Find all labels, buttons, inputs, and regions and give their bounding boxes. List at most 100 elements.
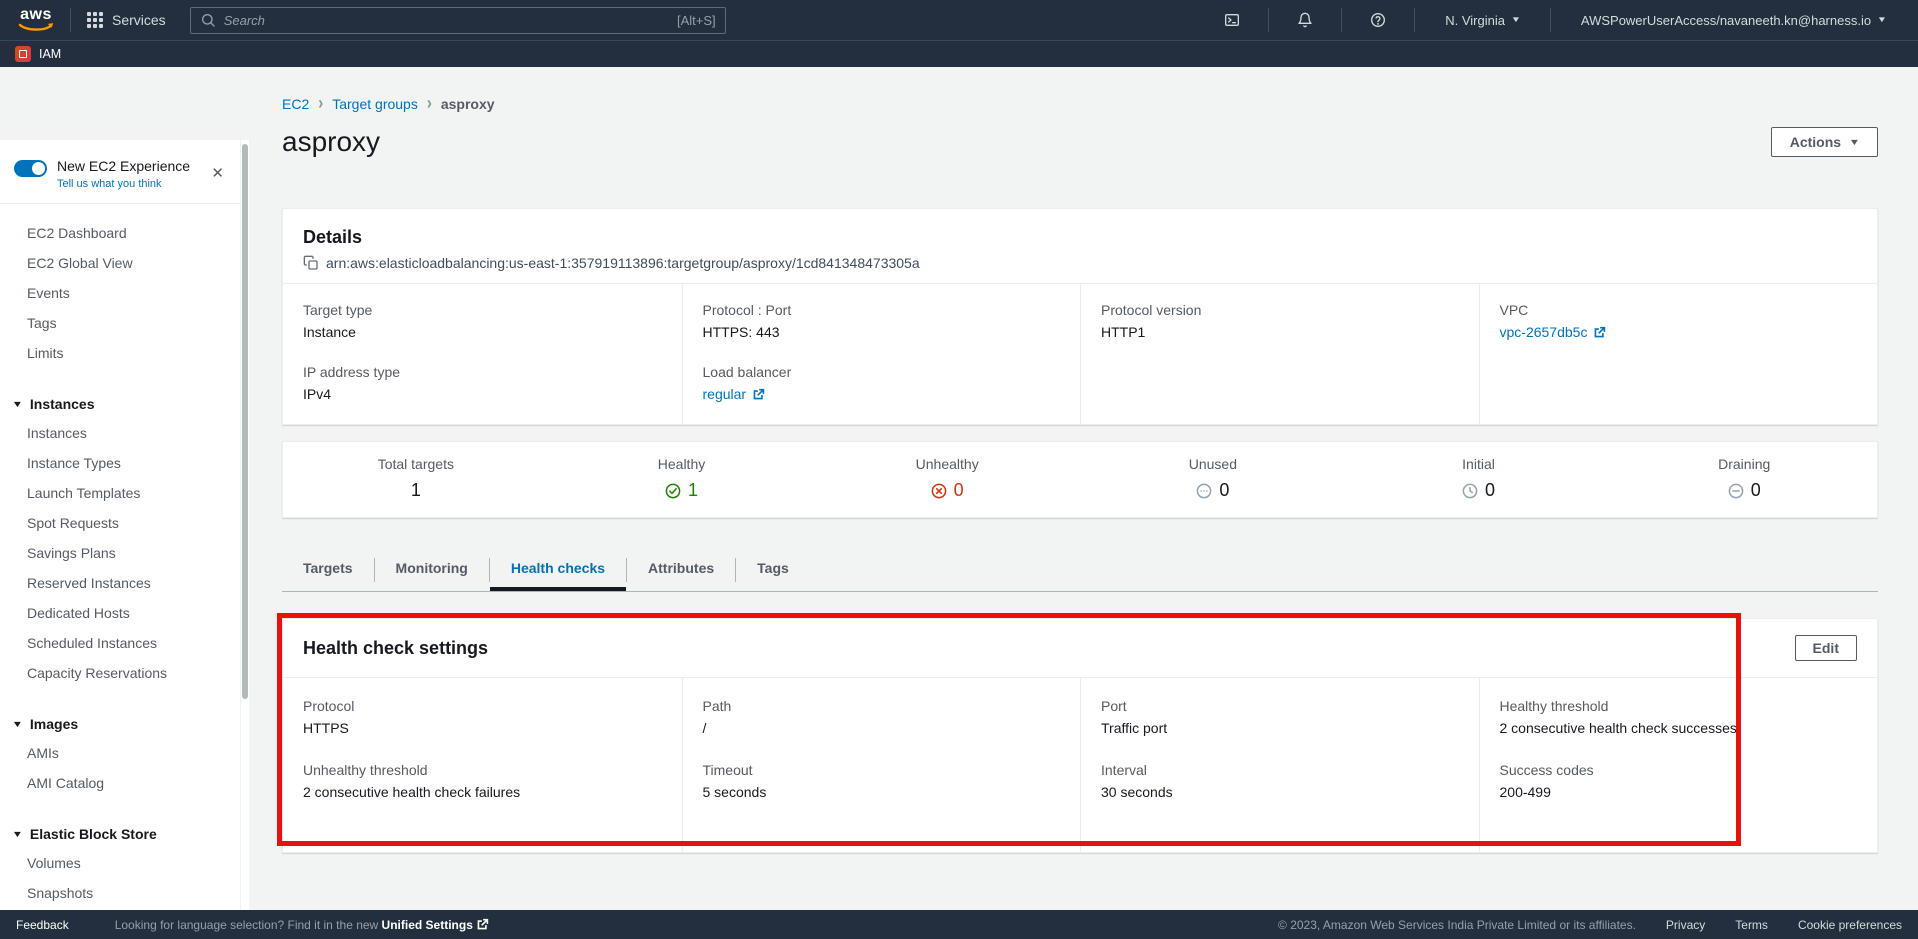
footer-link-privacy[interactable]: Privacy — [1666, 918, 1705, 932]
sidebar-item-instance-types[interactable]: Instance Types — [0, 448, 240, 478]
region-selector[interactable]: N. Virginia ▼ — [1431, 13, 1534, 28]
chevron-right-icon: › — [427, 93, 432, 113]
stat-value: 0 — [1219, 480, 1229, 501]
account-label: AWSPowerUserAccess/navaneeth.kn@harness.… — [1581, 13, 1871, 28]
search-shortcut: [Alt+S] — [677, 13, 716, 28]
unified-settings-link[interactable]: Unified Settings — [382, 918, 473, 932]
global-search[interactable]: [Alt+S] — [190, 7, 726, 34]
edit-button[interactable]: Edit — [1795, 635, 1857, 661]
caret-down-icon: ▼ — [1877, 16, 1887, 24]
help-button[interactable] — [1358, 12, 1398, 28]
tab-tags[interactable]: Tags — [736, 548, 810, 591]
sidebar-item-snapshots[interactable]: Snapshots — [0, 878, 240, 908]
breadcrumb-link-ec2[interactable]: EC2 — [282, 96, 309, 112]
details-ip-address-type-label: IP address type — [303, 364, 662, 380]
details-load-balancer-link[interactable]: regular — [703, 386, 747, 402]
copyright-text: © 2023, Amazon Web Services India Privat… — [1278, 918, 1636, 932]
tab-targets[interactable]: Targets — [282, 548, 374, 591]
stat-label: Total targets — [283, 456, 549, 472]
top-navigation: aws Services [Alt+S] N. Virginia ▼ — [0, 0, 1918, 40]
details-protocol-port-label: Protocol : Port — [703, 302, 1061, 318]
sidebar-item-savings-plans[interactable]: Savings Plans — [0, 538, 240, 568]
sidebar-item-ec2-global-view[interactable]: EC2 Global View — [0, 248, 240, 278]
grid-icon — [87, 12, 103, 28]
sidebar-item-capacity-reservations[interactable]: Capacity Reservations — [0, 658, 240, 688]
sidebar-scrollbar-thumb[interactable] — [242, 144, 248, 699]
sidebar-item-reserved-instances[interactable]: Reserved Instances — [0, 568, 240, 598]
sidebar-item-ec2-dashboard[interactable]: EC2 Dashboard — [0, 218, 240, 248]
nav-divider — [1414, 8, 1415, 32]
sidebar-item-volumes[interactable]: Volumes — [0, 848, 240, 878]
stat-draining: Draining 0 — [1611, 456, 1877, 501]
cloudshell-button[interactable] — [1212, 12, 1252, 28]
x-circle-icon — [931, 483, 947, 499]
new-experience-feedback-link[interactable]: Tell us what you think — [57, 178, 190, 190]
tab-monitoring[interactable]: Monitoring — [375, 548, 489, 591]
nav-divider — [70, 8, 71, 32]
top-right-controls: N. Virginia ▼ AWSPowerUserAccess/navanee… — [1212, 8, 1900, 32]
tab-health-checks[interactable]: Health checks — [490, 548, 626, 591]
sidebar-scrollbar[interactable] — [240, 140, 249, 910]
page-title: asproxy — [282, 126, 380, 158]
sidebar-item-instances[interactable]: Instances — [0, 418, 240, 448]
footer-link-cookie-preferences[interactable]: Cookie preferences — [1798, 918, 1902, 932]
health-protocol-value: HTTPS — [303, 720, 349, 736]
actions-button[interactable]: Actions ▼ — [1771, 127, 1878, 157]
health-port-value: Traffic port — [1101, 720, 1167, 736]
external-link-icon — [752, 388, 765, 401]
sidebar-item-dedicated-hosts[interactable]: Dedicated Hosts — [0, 598, 240, 628]
details-target-type-label: Target type — [303, 302, 662, 318]
footer-links: Privacy Terms Cookie preferences — [1666, 918, 1902, 932]
sidebar-item-spot-requests[interactable]: Spot Requests — [0, 508, 240, 538]
health-check-section: Health check settings Edit ProtocolHTTPS… — [282, 618, 1878, 853]
sidebar-section-images[interactable]: ▼Images — [0, 710, 240, 738]
health-check-panel: Health check settings Edit ProtocolHTTPS… — [282, 618, 1878, 853]
sidebar-item-ami-catalog[interactable]: AMI Catalog — [0, 768, 240, 798]
notifications-button[interactable] — [1285, 12, 1325, 28]
chevron-down-icon: ▼ — [12, 400, 24, 409]
health-interval-value: 30 seconds — [1101, 784, 1173, 800]
sidebar-item-events[interactable]: Events — [0, 278, 240, 308]
health-interval-label: Interval — [1101, 762, 1459, 778]
target-group-arn: arn:aws:elasticloadbalancing:us-east-1:3… — [326, 255, 920, 271]
services-menu-button[interactable]: Services — [87, 12, 166, 28]
sidebar-section-elastic-block-store[interactable]: ▼Elastic Block Store — [0, 820, 240, 848]
sidebar-item-scheduled-instances[interactable]: Scheduled Instances — [0, 628, 240, 658]
copy-icon[interactable] — [303, 255, 319, 271]
actions-button-label: Actions — [1790, 134, 1841, 150]
console-footer: Feedback Looking for language selection?… — [0, 910, 1918, 939]
minus-circle-icon — [1728, 483, 1744, 499]
stat-label: Unused — [1080, 456, 1346, 472]
aws-logo-text: aws — [20, 7, 52, 23]
favorites-bar: IAM — [0, 40, 1918, 67]
health-path-label: Path — [703, 698, 1061, 714]
breadcrumb-link-target-groups[interactable]: Target groups — [332, 96, 418, 112]
new-experience-toggle[interactable] — [14, 160, 47, 177]
account-menu[interactable]: AWSPowerUserAccess/navaneeth.kn@harness.… — [1567, 13, 1900, 28]
aws-logo[interactable]: aws — [18, 7, 54, 33]
search-icon — [200, 12, 216, 28]
stat-value: 0 — [1751, 480, 1761, 501]
details-protocol-port-value: HTTPS: 443 — [703, 324, 780, 340]
nav-divider — [1550, 8, 1551, 32]
health-unhealthy-threshold-label: Unhealthy threshold — [303, 762, 662, 778]
sidebar-nav: EC2 DashboardEC2 Global ViewEventsTagsLi… — [0, 204, 240, 908]
tab-attributes[interactable]: Attributes — [627, 548, 735, 591]
health-healthy-threshold-label: Healthy threshold — [1500, 698, 1858, 714]
sidebar-item-launch-templates[interactable]: Launch Templates — [0, 478, 240, 508]
details-vpc-link[interactable]: vpc-2657db5c — [1500, 324, 1588, 340]
sidebar-item-amis[interactable]: AMIs — [0, 738, 240, 768]
targets-summary-stats: Total targets 1 Healthy 1 Unhealthy 0 Un… — [283, 442, 1877, 517]
recent-service-link[interactable]: IAM — [39, 47, 61, 61]
close-icon[interactable]: ✕ — [211, 166, 224, 181]
stat-value: 0 — [1485, 480, 1495, 501]
search-input[interactable] — [224, 13, 669, 28]
details-vpc-label: VPC — [1500, 302, 1858, 318]
sidebar-item-limits[interactable]: Limits — [0, 338, 240, 368]
health-protocol-label: Protocol — [303, 698, 662, 714]
stat-unhealthy: Unhealthy 0 — [814, 456, 1080, 501]
sidebar-section-instances[interactable]: ▼Instances — [0, 390, 240, 418]
sidebar-item-tags[interactable]: Tags — [0, 308, 240, 338]
feedback-link[interactable]: Feedback — [16, 918, 69, 932]
footer-link-terms[interactable]: Terms — [1735, 918, 1768, 932]
